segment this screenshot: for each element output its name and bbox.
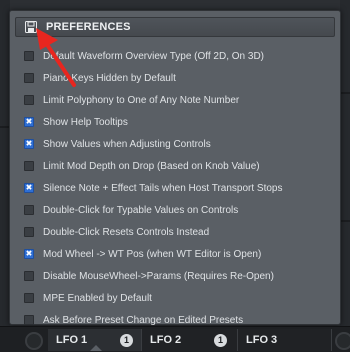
preference-label: MPE Enabled by Default xyxy=(43,292,152,304)
tab-label: LFO 1 xyxy=(56,334,88,346)
check-icon: ✖ xyxy=(25,183,33,192)
preference-label: Piano Keys Hidden by Default xyxy=(43,72,176,84)
preference-label: Mod Wheel -> WT Pos (when WT Editor is O… xyxy=(43,248,262,260)
preference-row[interactable]: Limit Mod Depth on Drop (Based on Knob V… xyxy=(10,155,340,177)
check-icon: ✖ xyxy=(25,117,33,126)
preference-row[interactable]: Limit Polyphony to One of Any Note Numbe… xyxy=(10,89,340,111)
checkbox-unchecked[interactable] xyxy=(24,293,34,303)
preference-label: Double-Click Resets Controls Instead xyxy=(43,226,210,238)
save-icon[interactable] xyxy=(24,20,38,34)
tab-lfo-3[interactable]: LFO 3 xyxy=(238,329,332,351)
checkbox-unchecked[interactable] xyxy=(24,227,34,237)
checkbox-unchecked[interactable] xyxy=(24,95,34,105)
tab-lfo-2[interactable]: LFO 2 1 xyxy=(142,329,238,351)
preference-label: Ask Before Preset Change on Edited Prese… xyxy=(43,314,244,326)
tab-badge: 1 xyxy=(120,334,133,347)
checkbox-checked[interactable]: ✖ xyxy=(24,183,34,193)
preferences-header: PREFERENCES xyxy=(15,17,335,37)
preference-row[interactable]: Double-Click Resets Controls Instead xyxy=(10,221,340,243)
preference-label: Show Values when Adjusting Controls xyxy=(43,138,211,150)
checkbox-checked[interactable]: ✖ xyxy=(24,117,34,127)
tab-label: LFO 3 xyxy=(246,334,278,346)
preference-row[interactable]: ✖ Show Values when Adjusting Controls xyxy=(10,133,340,155)
checkbox-unchecked[interactable] xyxy=(24,73,34,83)
preference-label: Double-Click for Typable Values on Contr… xyxy=(43,204,239,216)
background-right xyxy=(340,0,350,330)
preference-row[interactable]: Default Waveform Overview Type (Off 2D, … xyxy=(10,45,340,67)
preference-row[interactable]: Disable MouseWheel->Params (Requires Re-… xyxy=(10,265,340,287)
tab-badge: 1 xyxy=(214,334,227,347)
knob-icon[interactable] xyxy=(335,332,350,350)
check-icon: ✖ xyxy=(25,249,33,258)
checkbox-checked[interactable]: ✖ xyxy=(24,139,34,149)
check-icon: ✖ xyxy=(25,139,33,148)
panel-title: PREFERENCES xyxy=(46,21,131,33)
checkbox-checked[interactable]: ✖ xyxy=(24,249,34,259)
preference-label: Show Help Tooltips xyxy=(43,116,128,128)
preferences-list: Default Waveform Overview Type (Off 2D, … xyxy=(10,45,340,331)
preference-row[interactable]: Piano Keys Hidden by Default xyxy=(10,67,340,89)
preference-label: Limit Mod Depth on Drop (Based on Knob V… xyxy=(43,160,260,172)
preference-label: Silence Note + Effect Tails when Host Tr… xyxy=(43,182,283,194)
checkbox-unchecked[interactable] xyxy=(24,205,34,215)
preference-label: Disable MouseWheel->Params (Requires Re-… xyxy=(43,270,274,282)
preference-row[interactable]: ✖ Show Help Tooltips xyxy=(10,111,340,133)
knob-icon[interactable] xyxy=(25,332,43,350)
checkbox-unchecked[interactable] xyxy=(24,161,34,171)
preferences-panel: PREFERENCES Default Waveform Overview Ty… xyxy=(9,10,341,326)
lfo-tab-bar: LFO 1 1 LFO 2 1 LFO 3 xyxy=(0,326,350,352)
preference-row[interactable]: Double-Click for Typable Values on Contr… xyxy=(10,199,340,221)
checkbox-unchecked[interactable] xyxy=(24,51,34,61)
preference-label: Limit Polyphony to One of Any Note Numbe… xyxy=(43,94,240,106)
checkbox-unchecked[interactable] xyxy=(24,315,34,325)
checkbox-unchecked[interactable] xyxy=(24,271,34,281)
preference-row[interactable]: ✖ Silence Note + Effect Tails when Host T… xyxy=(10,177,340,199)
preference-row[interactable]: MPE Enabled by Default xyxy=(10,287,340,309)
preference-row[interactable]: ✖ Mod Wheel -> WT Pos (when WT Editor is … xyxy=(10,243,340,265)
tab-label: LFO 2 xyxy=(150,334,182,346)
active-tab-pointer-icon xyxy=(90,345,102,351)
preference-label: Default Waveform Overview Type (Off 2D, … xyxy=(43,50,264,62)
